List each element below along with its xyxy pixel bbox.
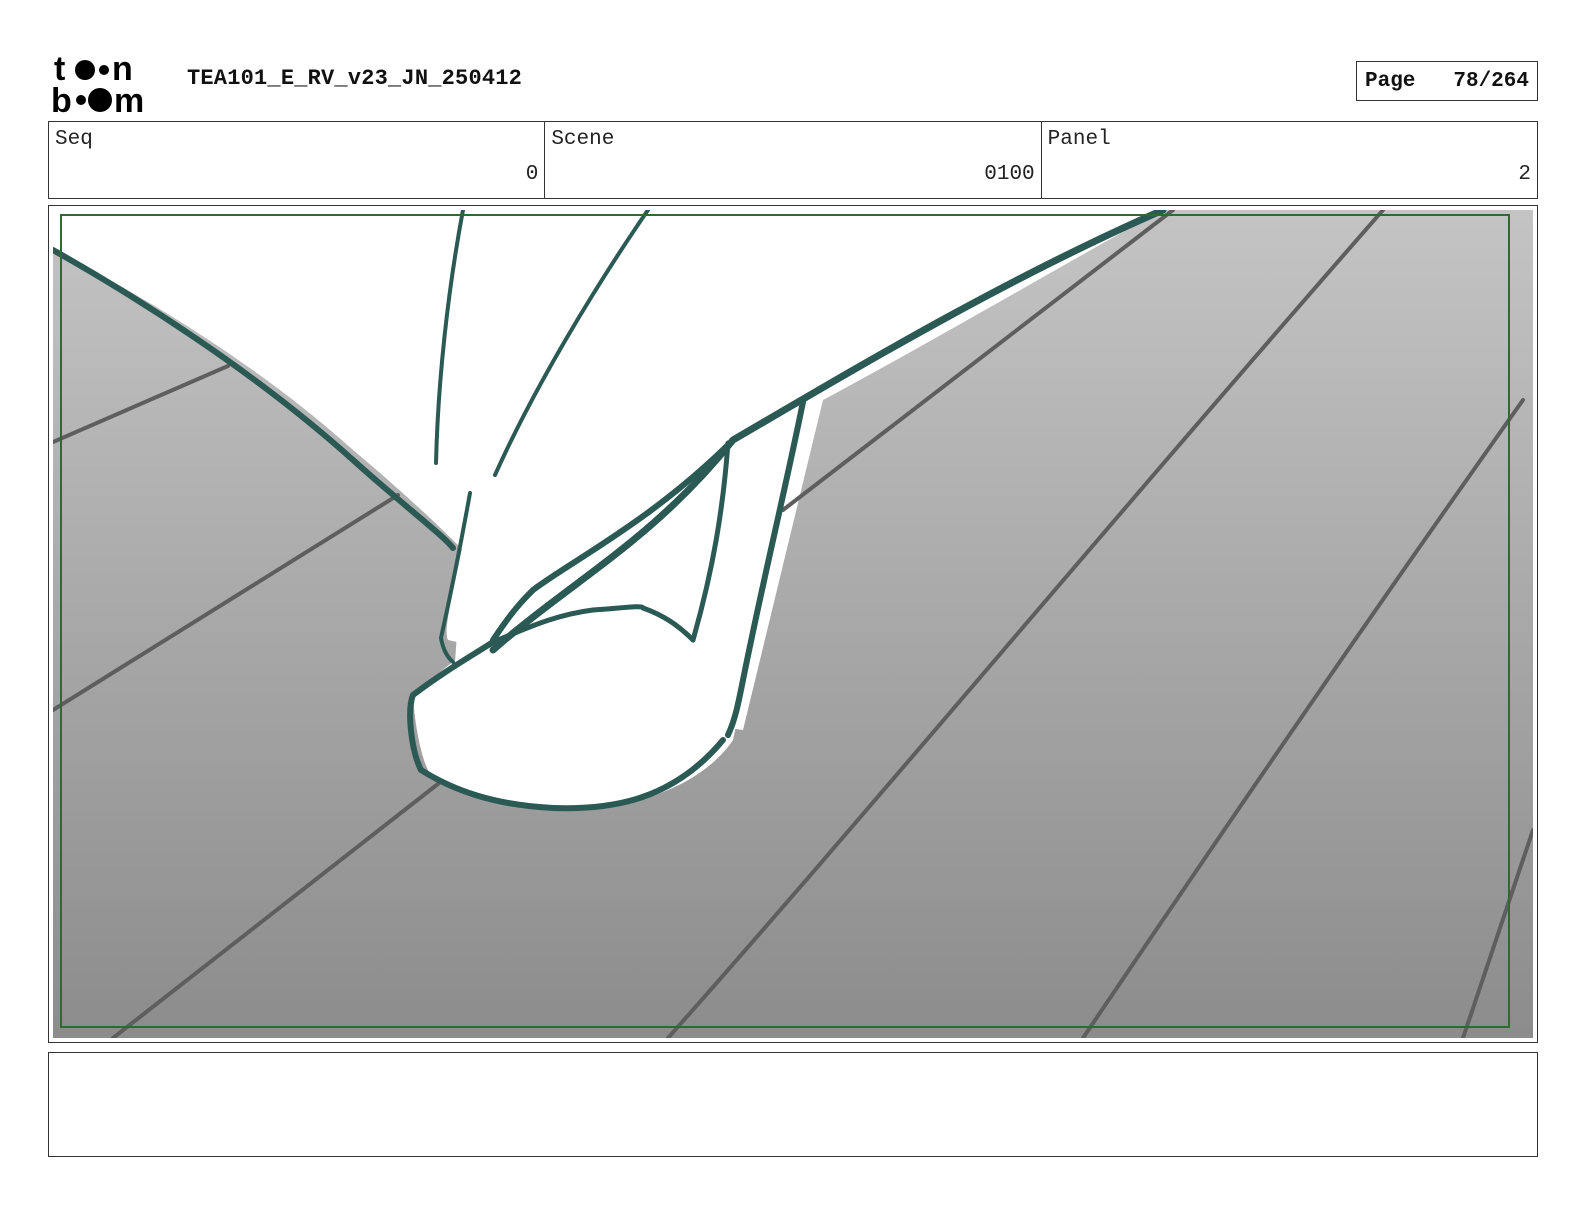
page-number: 78/264 [1453, 69, 1529, 93]
panel-label: Panel [1047, 128, 1111, 151]
panel-cell: Panel 2 [1042, 122, 1537, 198]
panel-frame [48, 205, 1538, 1043]
scene-value: 0100 [984, 163, 1035, 186]
page-indicator: Page 78/264 [1356, 61, 1538, 101]
seq-value: 0 [525, 163, 539, 186]
document-title: TEA101_E_RV_v23_JN_250412 [187, 66, 523, 91]
toon-boom-logo: t n b m [51, 50, 144, 114]
info-row: Seq 0 Scene 0100 Panel 2 [48, 121, 1538, 199]
svg-text:b: b [51, 82, 72, 114]
storyboard-sketch [53, 210, 1533, 1038]
seq-cell: Seq 0 [49, 122, 546, 198]
scene-cell: Scene 0100 [545, 122, 1042, 198]
svg-text:m: m [114, 82, 144, 114]
notes-box [48, 1052, 1538, 1157]
scene-label: Scene [551, 128, 615, 151]
seq-label: Seq [55, 128, 93, 151]
panel-value: 2 [1518, 163, 1531, 186]
page-label: Page [1365, 69, 1416, 93]
